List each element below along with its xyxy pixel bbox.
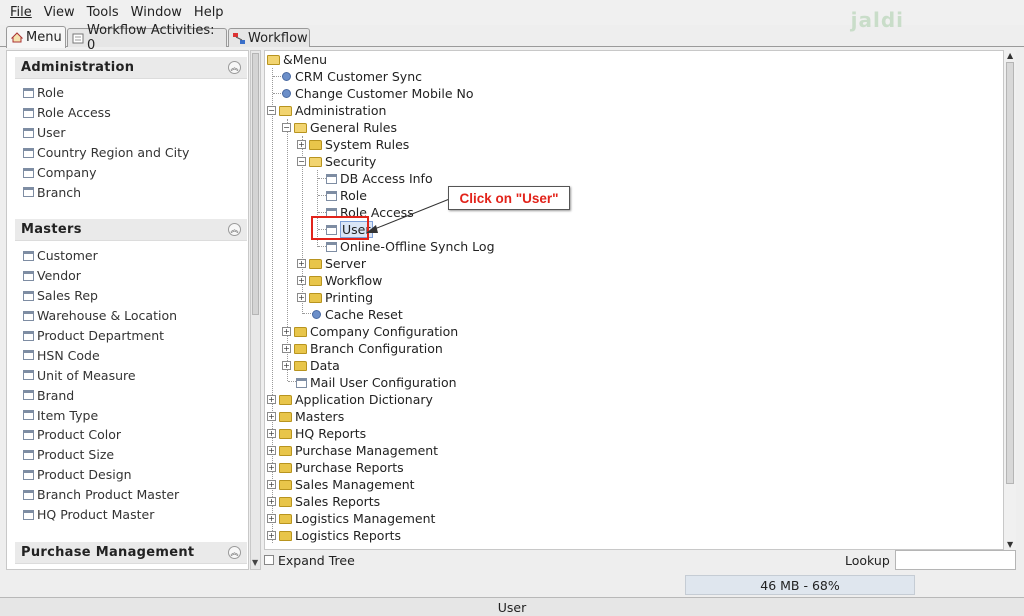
status-text: User <box>497 599 527 615</box>
expand-tree-checkbox[interactable] <box>264 555 274 565</box>
memory-indicator[interactable]: 46 MB - 68% <box>685 575 915 595</box>
lookup-input[interactable] <box>895 550 1016 570</box>
status-bar: User <box>0 597 1024 616</box>
instruction-callout: Click on "User" <box>448 186 570 210</box>
callout-arrow <box>366 197 453 233</box>
lookup-label: Lookup <box>845 553 890 568</box>
expand-tree-toggle[interactable]: Expand Tree <box>264 551 764 569</box>
